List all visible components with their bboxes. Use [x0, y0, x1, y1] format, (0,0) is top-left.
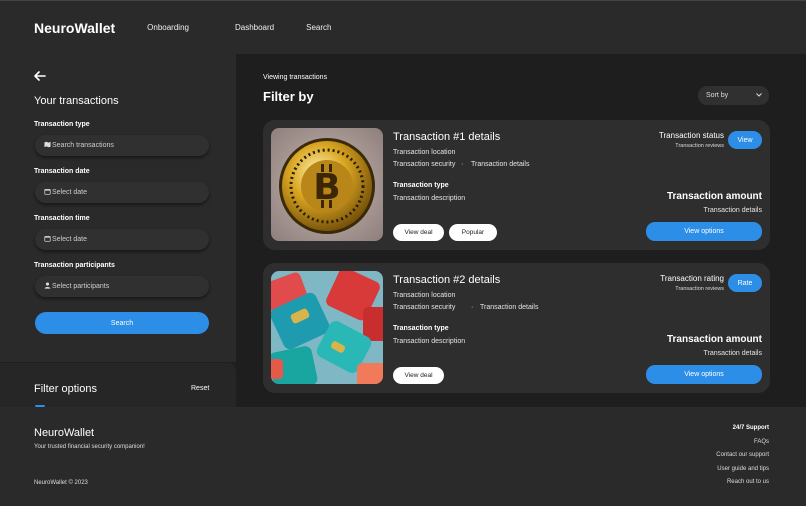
rating-title: Transaction rating — [660, 274, 724, 283]
transaction-time-placeholder: Select date — [52, 236, 88, 243]
view-deal-button[interactable]: View deal — [393, 367, 444, 384]
support-heading: 24/7 Support — [732, 425, 769, 431]
transaction-details: Transaction details — [480, 304, 539, 311]
reset-button[interactable]: Reset — [191, 385, 209, 392]
filter-options-panel: Filter options Reset — [0, 363, 236, 407]
sort-dropdown[interactable]: Sort by — [698, 86, 769, 105]
amount-details: Transaction details — [703, 350, 763, 357]
filter-options-title: Filter options — [34, 383, 97, 395]
chevron-down-icon — [756, 92, 762, 99]
transaction-participants-input[interactable]: Select participants — [35, 276, 209, 297]
transaction-details: Transaction details — [471, 161, 530, 168]
status-sub: Transaction reviews — [675, 143, 724, 149]
transaction-type-placeholder: Search transactions — [52, 142, 114, 149]
view-button[interactable]: View — [728, 131, 762, 149]
nav-dashboard[interactable]: Dashboard — [235, 23, 274, 32]
transaction-card-1: B Transaction #1 details Transaction loc… — [263, 120, 770, 250]
rate-button[interactable]: Rate — [728, 274, 762, 292]
view-deal-button[interactable]: View deal — [393, 224, 444, 241]
field-label-participants: Transaction participants — [34, 262, 115, 269]
card-title: Transaction #1 details — [393, 131, 501, 143]
sidebar: Your transactions Transaction type Searc… — [0, 54, 236, 362]
transaction-description: Transaction description — [393, 195, 466, 202]
footer-tagline: Your trusted financial security companio… — [34, 444, 145, 450]
footer: NeuroWallet Your trusted financial secur… — [0, 407, 806, 506]
footer-link-reach[interactable]: Reach out to us — [727, 479, 769, 485]
rating-sub: Transaction reviews — [675, 286, 724, 292]
footer-link-guide[interactable]: User guide and tips — [717, 466, 769, 472]
transaction-security: Transaction security — [393, 304, 456, 311]
page-title: Filter by — [263, 89, 314, 104]
brand-logo[interactable]: NeuroWallet — [34, 20, 115, 36]
footer-link-faqs[interactable]: FAQs — [754, 439, 769, 445]
footer-copyright: NeuroWallet © 2023 — [34, 480, 88, 486]
person-icon — [44, 282, 51, 291]
search-button[interactable]: Search — [35, 312, 209, 334]
view-options-button[interactable]: View options — [646, 222, 762, 241]
svg-text:B: B — [313, 167, 340, 208]
field-label-time: Transaction time — [34, 215, 90, 222]
map-icon — [44, 141, 51, 150]
sidebar-title: Your transactions — [34, 95, 119, 107]
separator-dot: · — [471, 304, 474, 311]
transaction-participants-placeholder: Select participants — [52, 283, 110, 290]
transaction-location: Transaction location — [393, 149, 456, 156]
bitcoin-image: B — [271, 128, 383, 241]
nav-search[interactable]: Search — [306, 23, 331, 32]
transaction-amount: Transaction amount — [666, 334, 762, 345]
field-label-type: Transaction type — [34, 121, 90, 128]
footer-brand: NeuroWallet — [34, 427, 95, 439]
transaction-security: Transaction security — [393, 161, 456, 168]
transaction-card-2: Transaction #2 details Transaction locat… — [263, 263, 770, 393]
footer-link-contact[interactable]: Contact our support — [716, 452, 769, 458]
main-content: Viewing transactions Filter by Sort by B… — [236, 54, 806, 407]
transaction-type-input[interactable]: Search transactions — [35, 135, 209, 156]
status-title: Transaction status — [658, 131, 724, 140]
transaction-type: Transaction type — [393, 182, 449, 189]
amount-details: Transaction details — [703, 207, 763, 214]
transaction-description: Transaction description — [393, 338, 466, 345]
popular-tag[interactable]: Popular — [449, 224, 497, 241]
calendar-icon — [44, 188, 51, 197]
wallets-image — [271, 271, 383, 384]
transaction-date-input[interactable]: Select date — [35, 182, 209, 203]
nav-onboarding[interactable]: Onboarding — [147, 23, 189, 32]
transaction-type: Transaction type — [393, 325, 449, 332]
field-label-date: Transaction date — [34, 168, 90, 175]
viewing-label: Viewing transactions — [263, 74, 328, 81]
transaction-location: Transaction location — [393, 292, 456, 299]
arrow-left-icon[interactable] — [34, 69, 46, 84]
sort-label: Sort by — [706, 92, 729, 99]
top-navbar: NeuroWallet Onboarding Dashboard Search — [0, 0, 806, 54]
transaction-date-placeholder: Select date — [52, 189, 88, 196]
calendar-icon — [44, 235, 51, 244]
transaction-time-input[interactable]: Select date — [35, 229, 209, 250]
transaction-amount: Transaction amount — [666, 191, 762, 202]
separator-dot: · — [461, 161, 464, 168]
card-title: Transaction #2 details — [393, 274, 501, 286]
view-options-button[interactable]: View options — [646, 365, 762, 384]
